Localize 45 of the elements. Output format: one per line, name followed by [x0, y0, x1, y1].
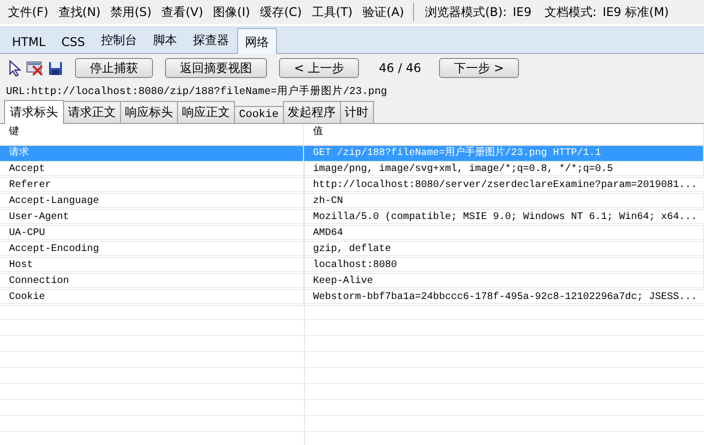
- detail-tab[interactable]: 请求标头: [4, 100, 64, 124]
- tab[interactable]: 控制台: [93, 26, 146, 53]
- table-row[interactable]: Accept-Language zh-CN: [0, 194, 704, 210]
- menu-item[interactable]: 图像(I): [208, 4, 256, 20]
- table-row[interactable]: Host localhost:8080: [0, 258, 704, 274]
- table-row[interactable]: Cookie Webstorm-bbf7ba1a=24bbccc6-178f-495a-92c8-12102296a7dc; JSESS...: [0, 290, 704, 306]
- menu-item[interactable]: 验证(A): [358, 4, 410, 20]
- detail-tab[interactable]: 计时: [340, 101, 374, 123]
- mode-label[interactable]: 文档模式:: [540, 4, 599, 20]
- tab[interactable]: 脚本: [145, 26, 186, 53]
- table-row[interactable]: User-Agent Mozilla/5.0 (compatible; MSIE 9.0; Windows NT 6.1; Win64; x64...: [0, 210, 704, 226]
- toolbar-button[interactable]: < 上一步: [279, 58, 359, 78]
- toolbar-button[interactable]: 返回摘要视图: [165, 58, 267, 78]
- menu-item[interactable]: 查找(N): [53, 4, 106, 20]
- table-row[interactable]: Connection Keep-Alive: [0, 274, 704, 290]
- menu-item[interactable]: 工具(T): [306, 4, 358, 20]
- detail-tab[interactable]: 响应标头: [120, 101, 178, 123]
- menu-item[interactable]: 禁用(S): [106, 4, 157, 20]
- column-header[interactable]: 键: [0, 125, 304, 145]
- menu-item[interactable]: 文件(F): [3, 4, 54, 20]
- page-counter: 46 / 46: [378, 61, 422, 75]
- column-header[interactable]: 值: [304, 125, 704, 145]
- mode-value[interactable]: IE9: [508, 5, 540, 19]
- tab[interactable]: HTML: [4, 29, 54, 53]
- mode-value[interactable]: IE9 标准(M): [598, 4, 677, 20]
- save-icon[interactable]: [48, 60, 63, 76]
- next-button[interactable]: 下一步 >: [439, 58, 519, 78]
- menu-item[interactable]: 查看(V): [156, 4, 208, 20]
- menu-item[interactable]: 缓存(C): [255, 4, 307, 20]
- table-row[interactable]: Accept-Encoding gzip, deflate: [0, 242, 704, 258]
- mode-label[interactable]: 浏览器模式(B):: [420, 4, 509, 20]
- tab[interactable]: CSS: [53, 29, 94, 53]
- select-pointer-icon[interactable]: [8, 60, 22, 76]
- url-text: URL:http://localhost:8080/zip/188?fileName=用户手册图片/23.png: [6, 86, 388, 98]
- table-row[interactable]: Accept image/png, image/svg+xml, image/*;q=0.8, */*;q=0.5: [0, 162, 704, 178]
- detail-tab[interactable]: 请求正文: [63, 101, 121, 123]
- toolbar-button[interactable]: 停止捕获: [75, 58, 153, 78]
- table-row[interactable]: Referer http://localhost:8080/server/zserdeclareExamine?param=2019081...: [0, 178, 704, 194]
- detail-tab[interactable]: 响应正文: [177, 101, 235, 123]
- detail-tab[interactable]: Cookie: [234, 106, 284, 123]
- table-row[interactable]: UA-CPU AMD64: [0, 226, 704, 242]
- tab[interactable]: 探查器: [185, 26, 238, 53]
- detail-tab[interactable]: 发起程序: [282, 101, 341, 123]
- tab[interactable]: 网络: [237, 28, 278, 54]
- clear-icon[interactable]: [26, 60, 44, 76]
